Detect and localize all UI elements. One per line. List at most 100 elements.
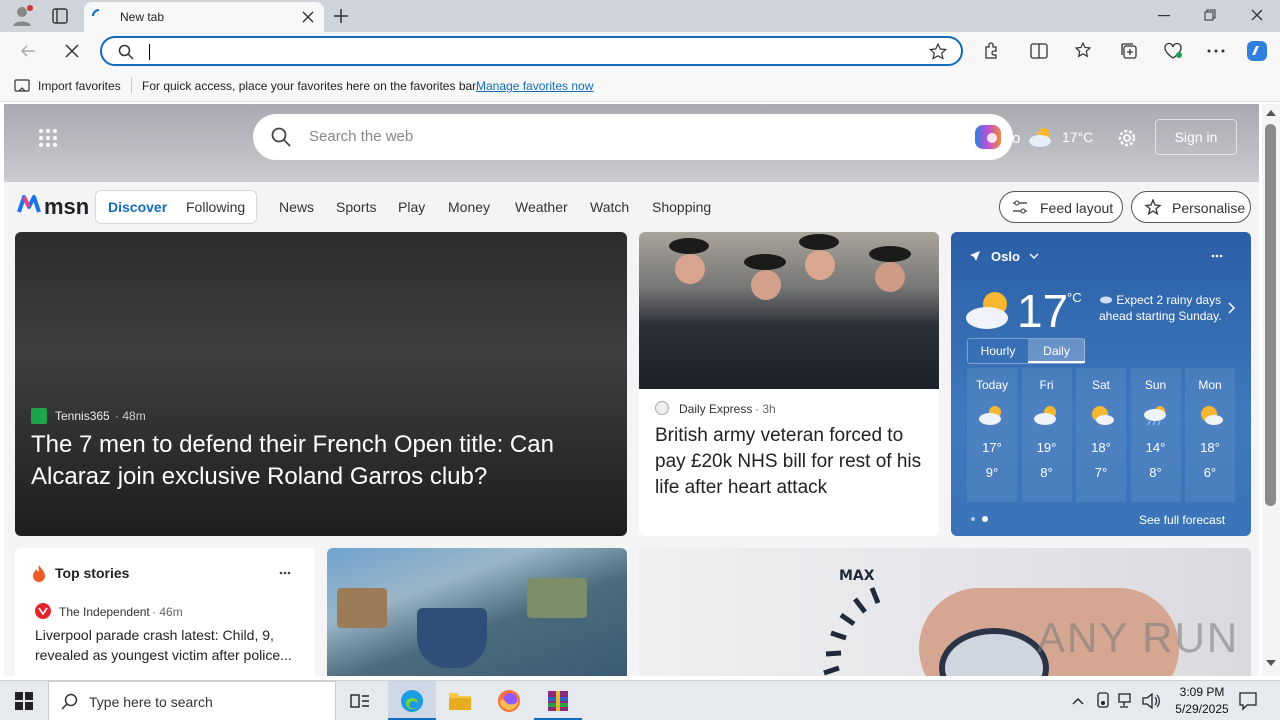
tab-following[interactable]: Following — [186, 199, 245, 215]
windows-taskbar: Type here to search 3:09 PM 5/29/2025 — [0, 680, 1280, 720]
rain-icon — [1100, 296, 1112, 304]
extensions-icon[interactable] — [982, 42, 1000, 60]
weather-unit[interactable]: °C — [1067, 290, 1082, 305]
collections-icon[interactable] — [1120, 42, 1138, 60]
close-tab-icon[interactable] — [302, 11, 314, 23]
nav-shopping[interactable]: Shopping — [652, 199, 711, 215]
hero-headline[interactable]: The 7 men to defend their French Open ti… — [31, 429, 601, 493]
import-favorites-icon[interactable] — [14, 78, 30, 94]
see-full-forecast-link[interactable]: See full forecast — [1139, 513, 1225, 527]
forecast-day[interactable]: Fri 19° 8° — [1021, 368, 1072, 502]
settings-gear-icon[interactable] — [1116, 127, 1138, 149]
taskbar-edge-button[interactable] — [388, 681, 436, 720]
copilot-icon[interactable] — [973, 123, 1003, 151]
favorites-icon[interactable] — [1075, 42, 1093, 60]
watermark-text: ANY RUN — [1037, 614, 1240, 661]
personalise-button[interactable]: Personalise — [1131, 191, 1251, 223]
tennis365-logo-icon — [31, 408, 47, 424]
weather-city[interactable]: Oslo — [991, 249, 1020, 264]
browser-essentials-icon[interactable] — [1163, 42, 1183, 60]
forecast-high: 14° — [1145, 440, 1166, 455]
nav-news[interactable]: News — [279, 199, 314, 215]
volume-icon[interactable] — [1142, 693, 1160, 709]
card2-source: Daily Express — [679, 402, 753, 416]
stop-loading-icon[interactable] — [65, 44, 79, 58]
scroll-up-icon[interactable] — [1266, 110, 1276, 116]
ad-image[interactable]: MAX ANY RUN — [639, 548, 1251, 676]
task-view-icon[interactable] — [350, 692, 370, 710]
sign-in-button[interactable]: Sign in — [1155, 119, 1237, 155]
forecast-high: 18° — [1200, 440, 1220, 455]
manage-favorites-link[interactable]: Manage favorites now — [476, 79, 593, 93]
feed-layout-button[interactable]: Feed layout — [999, 191, 1123, 223]
tab-new-tab[interactable]: New tab — [84, 2, 324, 32]
winrar-icon — [548, 691, 568, 711]
page-scrollbar[interactable] — [1262, 104, 1280, 676]
weather-card[interactable]: Oslo 17 °C Expect 2 rainy days ahead sta… — [951, 232, 1251, 536]
windows-start-icon[interactable] — [15, 692, 33, 710]
header-temperature[interactable]: 17°C — [1062, 129, 1093, 145]
address-caret — [149, 44, 150, 60]
scroll-down-icon[interactable] — [1266, 660, 1276, 666]
close-window-icon[interactable] — [1251, 9, 1263, 21]
favorite-star-icon[interactable] — [929, 43, 947, 61]
device-icon[interactable] — [1096, 692, 1110, 710]
forecast-day[interactable]: Mon 18° 6° — [1185, 368, 1235, 502]
nav-money[interactable]: Money — [448, 199, 490, 215]
chevron-down-icon[interactable] — [1029, 253, 1039, 259]
top-story-headline[interactable]: Liverpool parade crash latest: Child, 9,… — [35, 625, 303, 665]
forecast-day[interactable]: Sat 18° 7° — [1076, 368, 1126, 502]
address-bar[interactable] — [100, 36, 963, 66]
more-options-icon[interactable] — [1207, 49, 1225, 53]
web-search-box[interactable]: Search the web — [253, 114, 1013, 160]
minimize-icon[interactable] — [1158, 15, 1170, 17]
clock-time[interactable]: 3:09 PM — [1172, 685, 1232, 699]
network-icon[interactable] — [1118, 693, 1136, 709]
notifications-icon[interactable] — [1238, 691, 1258, 711]
hero-card[interactable]: Tennis365 · 48m The 7 men to defend thei… — [15, 232, 627, 536]
new-tab-icon[interactable] — [333, 8, 349, 24]
msn-logo-text[interactable]: msn — [44, 194, 89, 220]
show-hidden-icons-icon[interactable] — [1072, 697, 1084, 705]
app-launcher-icon[interactable] — [38, 128, 58, 148]
news-card[interactable]: Daily Express · 3h British army veteran … — [639, 232, 939, 536]
pager-dot-active[interactable] — [982, 516, 988, 522]
more-options-icon[interactable] — [1211, 254, 1223, 258]
restore-icon[interactable] — [1204, 9, 1216, 21]
search-icon — [271, 127, 291, 147]
msn-logo-icon[interactable] — [16, 192, 42, 218]
import-favorites-button[interactable]: Import favorites — [38, 79, 121, 93]
forecast-day[interactable]: Today 17° 9° — [967, 368, 1017, 502]
back-icon[interactable] — [20, 43, 36, 59]
profile-icon[interactable] — [10, 5, 34, 27]
forecast-day-label: Today — [975, 378, 1009, 392]
hourly-tab[interactable]: Hourly — [968, 339, 1028, 363]
clock-date[interactable]: 5/29/2025 — [1167, 702, 1237, 716]
forecast-day[interactable]: Sun 14° 8° — [1130, 368, 1181, 502]
file-explorer-icon[interactable] — [448, 690, 472, 712]
nav-watch[interactable]: Watch — [590, 199, 629, 215]
chevron-right-icon[interactable] — [1228, 302, 1236, 314]
forecast-day-label: Fri — [1039, 378, 1054, 392]
nav-play[interactable]: Play — [398, 199, 425, 215]
top-stories-heading[interactable]: Top stories — [55, 565, 129, 581]
taskbar-search-box[interactable]: Type here to search — [48, 681, 336, 720]
tab-discover[interactable]: Discover — [108, 199, 167, 215]
hero-age: · 48m — [115, 409, 146, 423]
firefox-icon[interactable] — [497, 689, 521, 713]
taskbar-search-placeholder: Type here to search — [89, 694, 213, 710]
game-promo-image[interactable] — [327, 548, 627, 676]
nav-weather[interactable]: Weather — [515, 199, 568, 215]
taskbar-winrar-button[interactable] — [534, 681, 582, 720]
partly-cloudy-icon[interactable] — [1028, 126, 1056, 148]
split-screen-icon[interactable] — [1030, 42, 1048, 60]
card2-headline[interactable]: British army veteran forced to pay £20k … — [655, 423, 927, 501]
tab-actions-icon[interactable] — [52, 8, 68, 24]
scroll-thumb[interactable] — [1265, 124, 1276, 506]
daily-tab[interactable]: Daily — [1028, 339, 1085, 363]
nav-sports[interactable]: Sports — [336, 199, 376, 215]
pager-dot[interactable] — [971, 517, 975, 521]
web-search-placeholder: Search the web — [309, 128, 414, 145]
copilot-icon[interactable] — [1245, 39, 1269, 63]
more-options-icon[interactable] — [279, 571, 291, 575]
